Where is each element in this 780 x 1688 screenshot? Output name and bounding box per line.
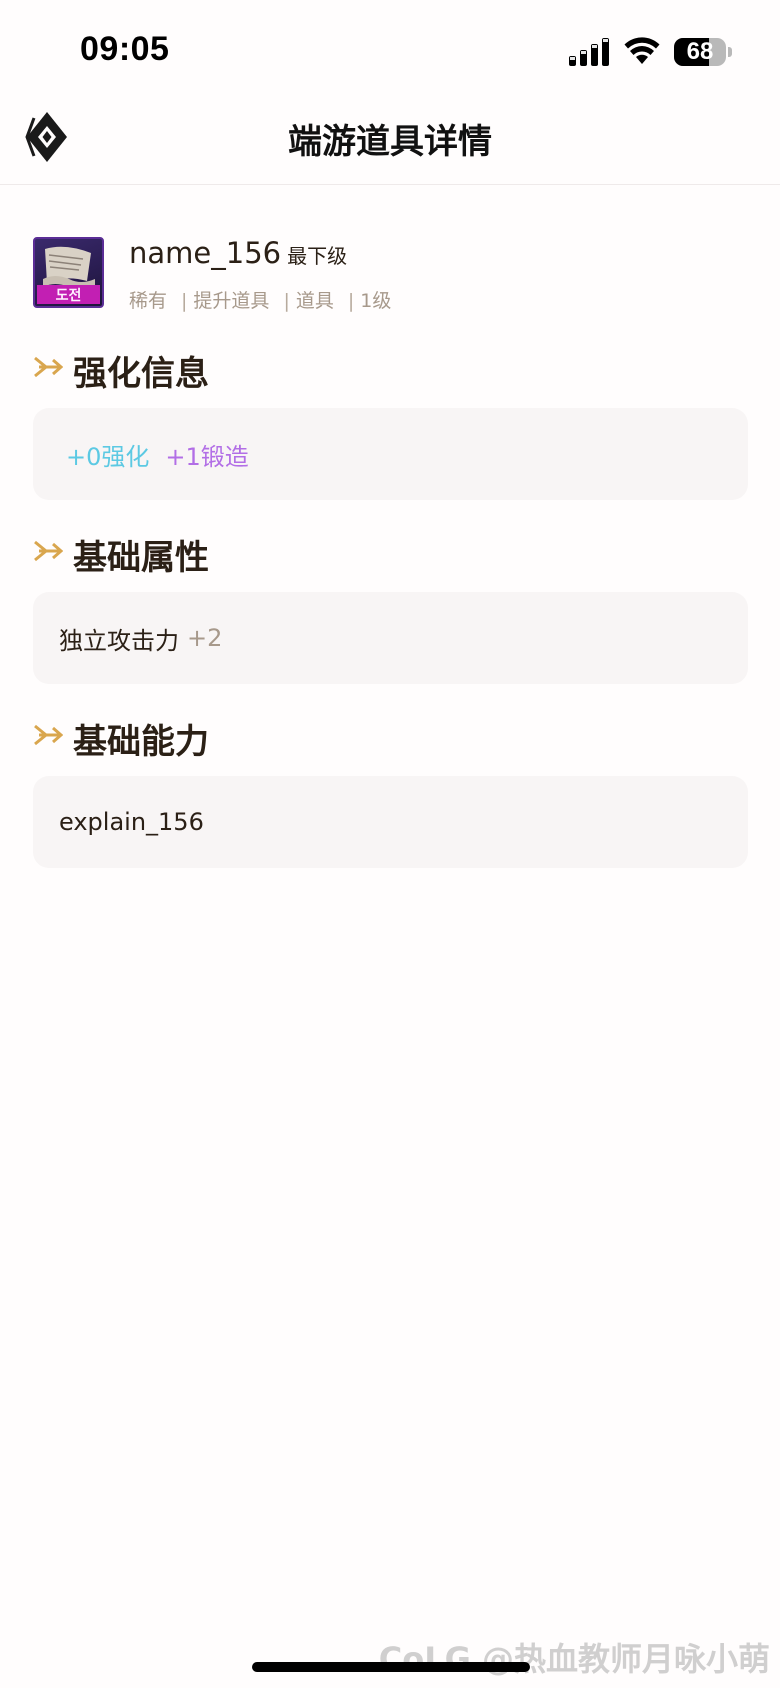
page-title: 端游道具详情 bbox=[288, 122, 492, 162]
tag-separator: | bbox=[347, 290, 355, 312]
scroll-icon: 도전 bbox=[37, 246, 100, 304]
status-time: 09:05 bbox=[80, 30, 170, 68]
svg-text:도전: 도전 bbox=[56, 287, 82, 304]
item-tags: 稀有 | 提升道具 | 道具 | 1级 bbox=[129, 286, 391, 313]
section-title: 基础属性 bbox=[73, 538, 209, 578]
watermark: CoLG @热血教师月咏小萌 bbox=[378, 1640, 770, 1678]
wifi-icon bbox=[624, 37, 660, 64]
attribute-row: 独立攻击力 +2 bbox=[59, 592, 222, 684]
battery-nub bbox=[728, 47, 732, 57]
section-title: 强化信息 bbox=[73, 354, 209, 394]
nav-bar: 端游道具详情 bbox=[0, 100, 780, 185]
attribute-value: +2 bbox=[187, 624, 223, 652]
item-grade: 最下级 bbox=[287, 244, 348, 268]
battery-indicator: 68 bbox=[674, 38, 726, 66]
cellular-signal-icon bbox=[569, 38, 609, 66]
status-bar: 09:05 68 bbox=[0, 0, 780, 100]
item-tag-rarity: 稀有 bbox=[129, 290, 168, 312]
item-name: name_156 最下级 bbox=[129, 236, 347, 270]
enhance-level: +0强化 bbox=[66, 442, 150, 471]
enhance-values: +0强化 +1锻造 bbox=[66, 408, 249, 500]
item-tag-type: 提升道具 bbox=[193, 290, 270, 312]
ability-card: explain_156 bbox=[33, 776, 748, 868]
home-indicator[interactable] bbox=[252, 1662, 530, 1672]
section-title: 基础能力 bbox=[73, 722, 209, 762]
attribute-name: 独立攻击力 bbox=[59, 626, 179, 655]
arrow-right-icon bbox=[34, 724, 63, 746]
item-icon: 도전 bbox=[33, 237, 104, 308]
item-name-text: name_156 bbox=[129, 236, 282, 270]
ability-text: explain_156 bbox=[59, 808, 204, 836]
tag-separator: | bbox=[181, 290, 188, 312]
attributes-card: 独立攻击力 +2 bbox=[33, 592, 748, 684]
battery-level-text: 68 bbox=[686, 38, 714, 65]
arrow-right-icon bbox=[34, 540, 63, 562]
enhance-card: +0强化 +1锻造 bbox=[33, 408, 748, 500]
tag-separator: | bbox=[283, 290, 290, 312]
arrow-right-icon bbox=[34, 356, 63, 378]
forge-level: +1锻造 bbox=[165, 442, 249, 471]
item-tag-level: 1级 bbox=[360, 290, 392, 312]
item-tag-category: 道具 bbox=[295, 290, 334, 312]
